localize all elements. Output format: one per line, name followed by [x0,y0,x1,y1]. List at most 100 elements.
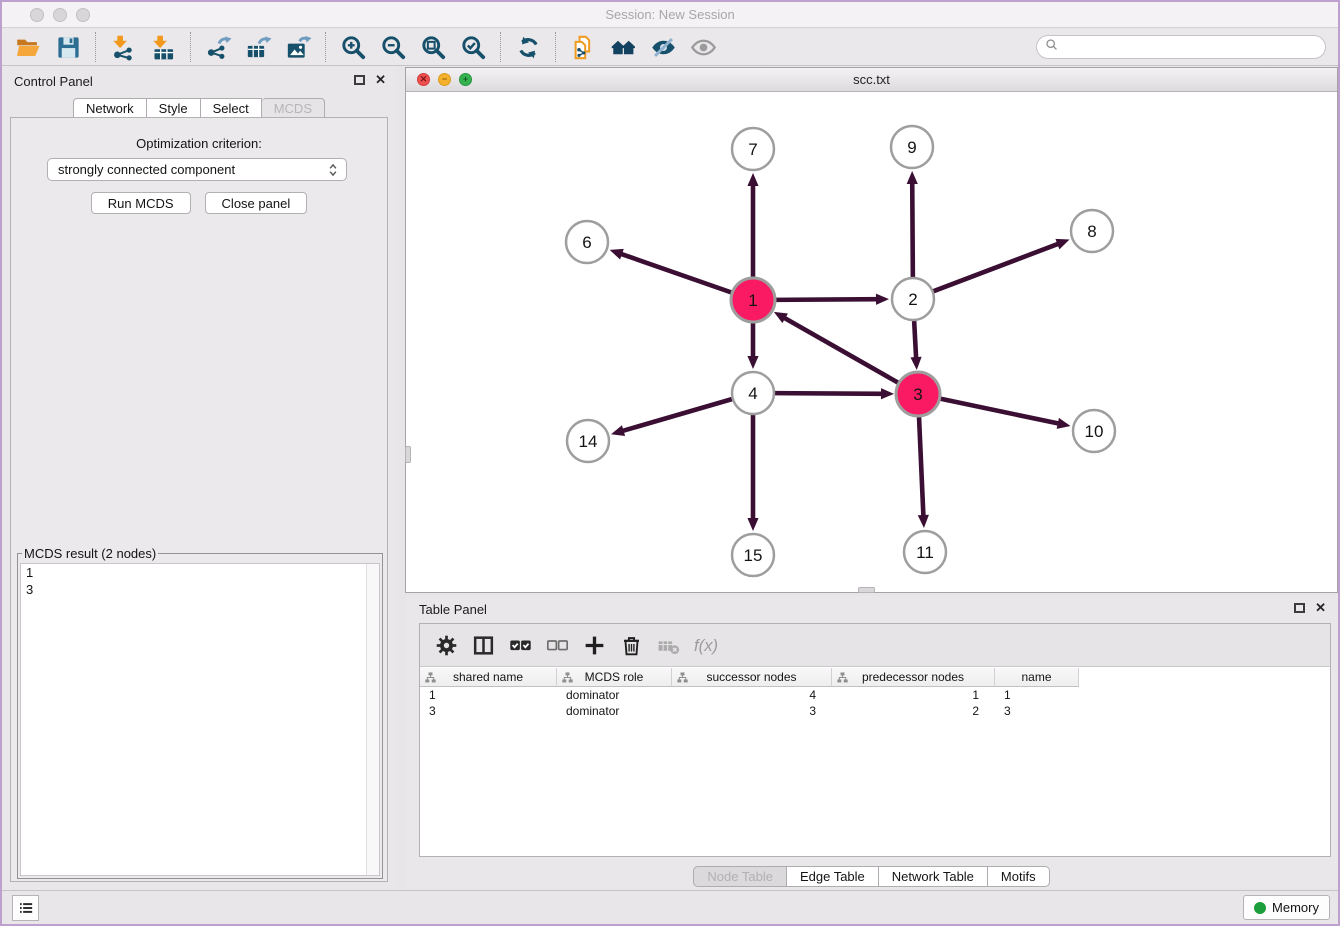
graph-node-label: 11 [916,543,934,562]
graph-edge-3-10[interactable] [940,399,1060,424]
graph-node-label: 6 [582,233,591,252]
graph-edge-1-2[interactable] [775,299,878,300]
network-window-title: scc.txt [406,72,1337,87]
table-float-panel-icon[interactable] [1294,603,1305,613]
column-header-label: name [1021,670,1051,684]
table-row[interactable]: 1dominator411 [420,687,1079,703]
float-panel-icon[interactable] [354,75,365,85]
main-toolbar [2,29,1338,66]
show-eye-icon[interactable] [683,31,723,63]
cell-shared-name[interactable]: 1 [420,687,557,703]
column-header-predecessor-nodes[interactable]: predecessor nodes [832,668,995,687]
graph-node-label: 1 [748,291,757,310]
select-arrows-icon [326,162,340,181]
graph-edge-arrowhead [611,425,625,436]
delete-table-icon [650,628,687,662]
cell-mcds-role[interactable]: dominator [557,703,672,719]
memory-button[interactable]: Memory [1243,895,1330,920]
column-header-name[interactable]: name [995,668,1079,687]
graph-edge-2-3[interactable] [914,321,916,359]
graph-edge-1-6[interactable] [620,254,732,293]
function-builder-icon: f(x) [687,628,724,662]
search-box[interactable] [1036,35,1326,59]
cell-name[interactable]: 3 [995,703,1079,719]
close-panel-icon[interactable]: ✕ [375,75,386,85]
table-row[interactable]: 3dominator323 [420,703,1079,719]
control-panel: Control Panel ✕ NetworkStyleSelectMCDS O… [2,66,396,890]
graph-edge-arrowhead [1055,239,1069,249]
graph-edge-3-11[interactable] [919,416,923,517]
task-history-button[interactable] [12,895,39,921]
window-title: Session: New Session [2,7,1338,22]
column-header-shared-name[interactable]: shared name [420,668,557,687]
network-canvas[interactable]: 7968124314101511 [406,92,1337,592]
application-window: Session: New Session Control Panel ✕ Net… [0,0,1340,926]
column-header-label: successor nodes [706,670,796,684]
select-all-checkboxes-icon[interactable] [502,628,539,662]
cell-mcds-role[interactable]: dominator [557,687,672,703]
graph-node-label: 10 [1085,422,1104,441]
zoom-out-icon[interactable] [373,31,413,63]
mcds-result-area[interactable]: 13 [20,563,380,876]
clone-network-icon[interactable] [563,31,603,63]
cell-predecessor-nodes[interactable]: 1 [832,687,995,703]
zoom-fit-icon[interactable] [413,31,453,63]
graph-node-label: 4 [748,384,757,403]
refresh-icon[interactable] [508,31,548,63]
settings-gear-icon[interactable] [428,628,465,662]
delete-column-icon[interactable] [613,628,650,662]
export-network-icon[interactable] [198,31,238,63]
optimization-criterion-label: Optimization criterion: [11,136,387,151]
home-icon[interactable] [603,31,643,63]
control-panel-title: Control Panel [14,74,93,89]
optimization-criterion-select[interactable]: strongly connected component [47,158,347,181]
cell-shared-name[interactable]: 3 [420,703,557,719]
search-input[interactable] [1059,37,1325,57]
graph-edge-4-3[interactable] [775,393,883,394]
graph-node-label: 3 [913,385,922,404]
column-header-mcds-role[interactable]: MCDS role [557,668,672,687]
graph-edge-arrowhead [747,518,758,531]
pane-divider-grip-horizontal[interactable] [858,587,875,593]
pane-divider-grip-vertical[interactable] [405,446,411,463]
tab-select[interactable]: Select [201,98,262,118]
cell-successor-nodes[interactable]: 3 [672,703,832,719]
export-table-icon[interactable] [238,31,278,63]
export-image-icon[interactable] [278,31,318,63]
table-close-panel-icon[interactable]: ✕ [1315,603,1326,613]
unselect-all-checkboxes-icon[interactable] [539,628,576,662]
save-session-icon[interactable] [48,31,88,63]
result-scrollbar[interactable] [366,564,379,875]
graph-edge-arrowhead [910,357,921,370]
zoom-in-icon[interactable] [333,31,373,63]
mcds-result-lines: 13 [21,564,379,598]
cell-predecessor-nodes[interactable]: 2 [832,703,995,719]
column-header-successor-nodes[interactable]: successor nodes [672,668,832,687]
tab-node-table[interactable]: Node Table [693,866,787,887]
tab-mcds[interactable]: MCDS [262,98,325,118]
tab-style[interactable]: Style [147,98,201,118]
split-columns-icon[interactable] [465,628,502,662]
open-session-icon[interactable] [8,31,48,63]
cell-successor-nodes[interactable]: 4 [672,687,832,703]
import-table-icon[interactable] [143,31,183,63]
tab-edge-table[interactable]: Edge Table [787,866,879,887]
zoom-selected-icon[interactable] [453,31,493,63]
tab-network[interactable]: Network [73,98,147,118]
graph-edge-2-9[interactable] [912,182,913,277]
hide-eye-icon[interactable] [643,31,683,63]
graph-edge-2-8[interactable] [934,243,1060,291]
network-graph[interactable]: 7968124314101511 [406,92,1337,592]
tab-motifs[interactable]: Motifs [988,866,1050,887]
graph-edge-arrowhead [907,171,918,184]
add-column-icon[interactable] [576,628,613,662]
cell-name[interactable]: 1 [995,687,1079,703]
graph-edge-4-14[interactable] [622,399,732,431]
close-panel-button[interactable]: Close panel [205,192,308,214]
node-table: shared nameMCDS role successor nodes prede… [420,668,1079,719]
graph-edge-3-1[interactable] [783,317,898,383]
run-mcds-button[interactable]: Run MCDS [91,192,191,214]
tab-network-table[interactable]: Network Table [879,866,988,887]
graph-node-label: 9 [907,138,916,157]
import-network-icon[interactable] [103,31,143,63]
